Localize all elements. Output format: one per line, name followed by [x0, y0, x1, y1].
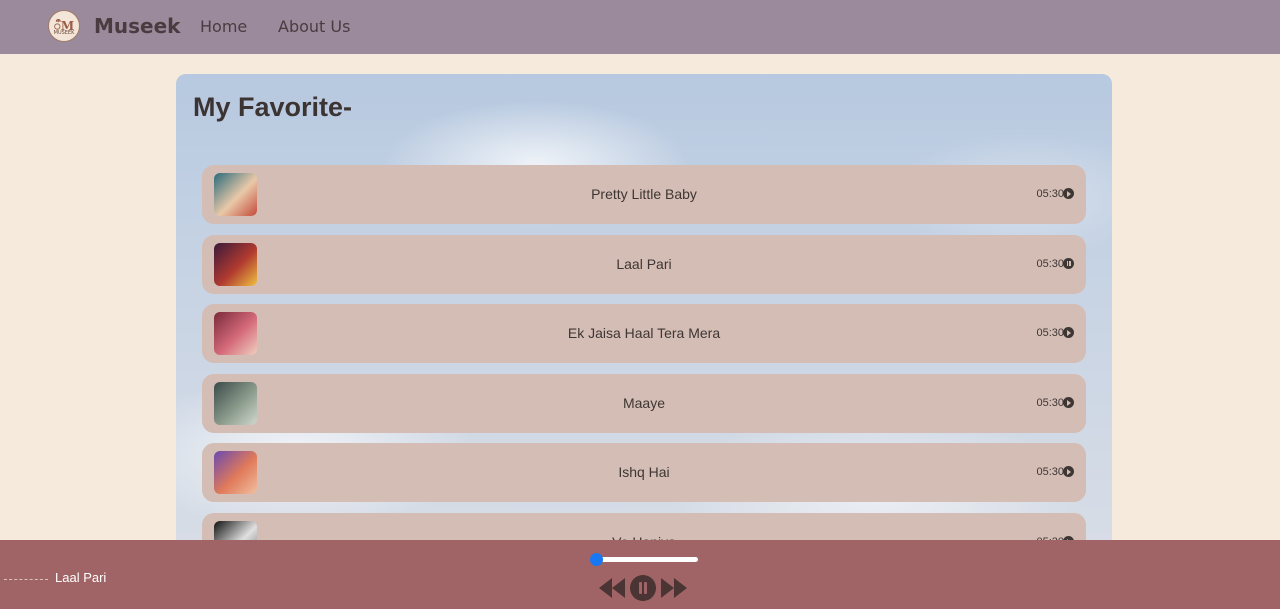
previous-button[interactable]	[598, 577, 626, 599]
navbar: ऀM MUSEEK Museek Home About Us	[0, 0, 1280, 54]
pause-bars	[1066, 261, 1071, 266]
brand-name[interactable]: Museek	[94, 14, 180, 38]
song-duration: 05:30	[1036, 397, 1064, 409]
next-button[interactable]	[660, 577, 688, 599]
now-playing-thumbnail	[4, 579, 48, 580]
song-row[interactable]: Laal Pari 05:30	[202, 235, 1086, 294]
pause-icon	[630, 575, 656, 601]
pause-icon[interactable]	[1063, 258, 1074, 269]
song-row[interactable]: Ek Jaisa Haal Tera Mera 05:30	[202, 304, 1086, 363]
fast-forward-icon	[661, 578, 687, 598]
song-row[interactable]: Pretty Little Baby 05:30	[202, 165, 1086, 224]
song-title: Pretty Little Baby	[591, 186, 697, 202]
nav-home-link[interactable]: Home	[200, 17, 247, 36]
player-bar: Laal Pari	[0, 540, 1280, 609]
song-row[interactable]: Ishq Hai 05:30	[202, 443, 1086, 502]
playback-controls	[598, 574, 688, 602]
rewind-icon	[599, 578, 625, 598]
page-title: My Favorite-	[193, 92, 353, 122]
pause-button[interactable]	[629, 574, 657, 602]
play-icon[interactable]	[1063, 327, 1074, 338]
song-duration: 05:30	[1036, 188, 1064, 200]
play-triangle	[1067, 399, 1071, 406]
song-title: Ek Jaisa Haal Tera Mera	[567, 325, 721, 341]
song-duration: 05:30	[1036, 258, 1064, 270]
play-icon[interactable]	[1063, 188, 1074, 199]
nav-about-link[interactable]: About Us	[278, 17, 350, 36]
play-triangle	[1067, 190, 1071, 197]
song-duration: 05:30	[1036, 466, 1064, 478]
logo[interactable]: ऀM MUSEEK	[48, 10, 80, 42]
play-triangle	[1067, 468, 1071, 475]
progress-track[interactable]	[593, 557, 698, 562]
logo-text: MUSEEK	[53, 30, 75, 36]
song-title: Laal Pari	[616, 256, 672, 272]
favorites-card: My Favorite- Pretty Little Baby 05:30 Laal…	[176, 74, 1112, 554]
play-icon[interactable]	[1063, 466, 1074, 477]
song-row[interactable]: Maaye 05:30	[202, 374, 1086, 433]
song-duration: 05:30	[1036, 327, 1064, 339]
play-triangle	[1067, 329, 1071, 336]
progress-knob[interactable]	[590, 553, 603, 566]
song-title: Maaye	[622, 395, 666, 411]
song-title: Ishq Hai	[618, 464, 670, 480]
play-icon[interactable]	[1063, 397, 1074, 408]
now-playing-title: Laal Pari	[55, 570, 107, 585]
